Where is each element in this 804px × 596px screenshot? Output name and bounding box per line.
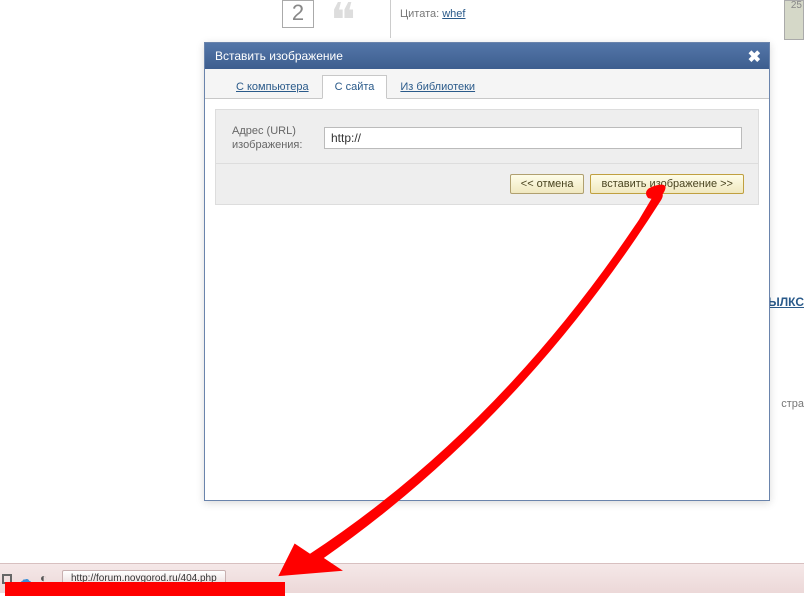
insert-button[interactable]: вставить изображение >> <box>590 174 744 194</box>
dialog-header: Вставить изображение ✖ <box>205 43 769 69</box>
close-icon[interactable]: ✖ <box>748 47 761 67</box>
quote-attribution: Цитата: whef <box>400 8 465 20</box>
insert-image-dialog: Вставить изображение ✖ С компьютера С са… <box>204 42 770 501</box>
url-input[interactable] <box>324 127 742 149</box>
quote-decoration: ❝ <box>330 5 356 39</box>
cite-author-link[interactable]: whef <box>442 8 465 20</box>
dialog-buttons: << отмена вставить изображение >> <box>215 164 759 205</box>
tab-from-site[interactable]: С сайта <box>322 75 388 99</box>
vote-count: 2 <box>282 0 314 28</box>
tab-from-library[interactable]: Из библиотеки <box>387 75 488 99</box>
url-form-row: Адрес (URL) изображения: <box>215 109 759 164</box>
url-label: Адрес (URL) изображения: <box>232 124 324 153</box>
dialog-title: Вставить изображение <box>215 49 343 63</box>
side-partial-text: стра <box>781 398 804 410</box>
tab-from-computer[interactable]: С компьютера <box>223 75 322 99</box>
thumb-caption: 25 <box>791 0 802 11</box>
dialog-tabs: С компьютера С сайта Из библиотеки <box>205 69 769 99</box>
divider <box>390 0 391 38</box>
cite-label: Цитата: <box>400 8 439 20</box>
annotation-underline <box>5 582 285 596</box>
side-partial-link[interactable]: ЫЛКС <box>768 295 804 309</box>
cancel-button[interactable]: << отмена <box>510 174 585 194</box>
